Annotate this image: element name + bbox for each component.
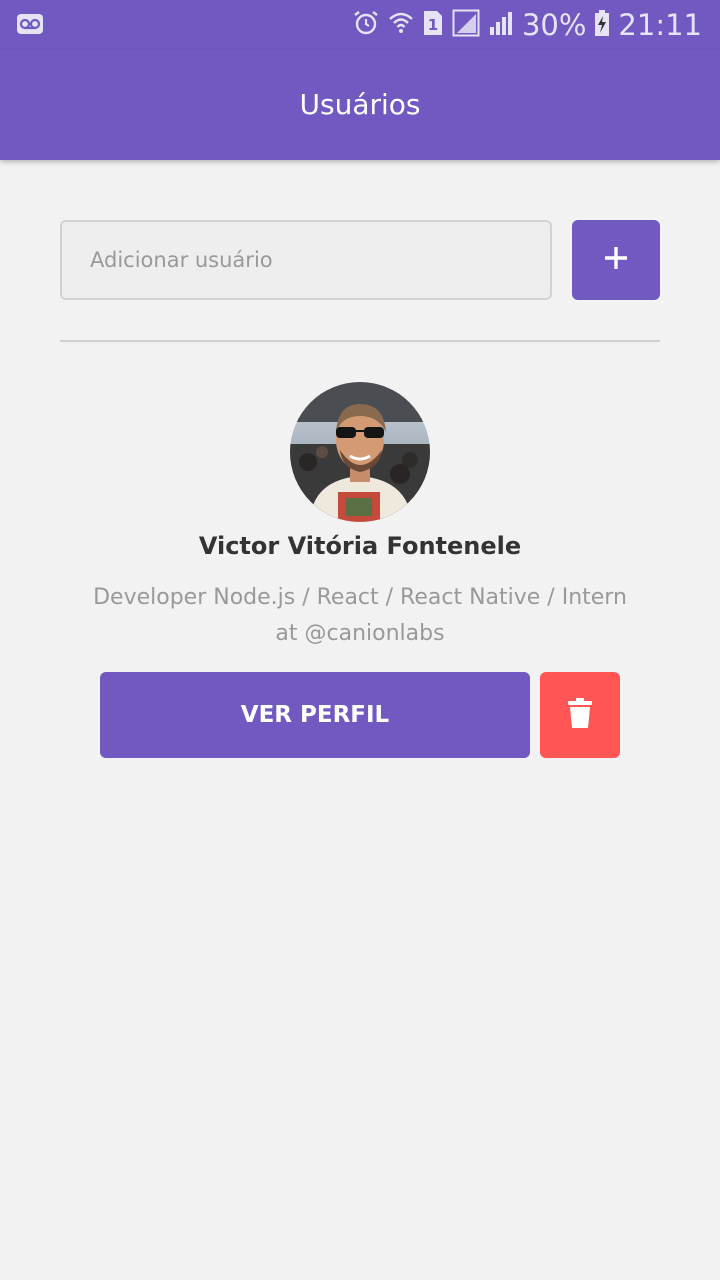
alarm-icon <box>352 9 380 41</box>
trash-icon <box>567 697 593 733</box>
battery-charging-icon <box>594 9 610 41</box>
page-title: Usuários <box>299 88 421 121</box>
battery-percent: 30% <box>521 8 587 42</box>
delete-user-button[interactable] <box>540 672 620 758</box>
avatar <box>290 382 430 522</box>
wifi-icon <box>388 9 414 41</box>
user-bio: Developer Node.js / React / React Native… <box>93 585 627 646</box>
signal-icon <box>488 9 514 41</box>
voicemail-icon <box>16 13 44 39</box>
add-user-form <box>60 220 660 300</box>
view-profile-button[interactable]: VER PERFIL <box>100 672 530 758</box>
divider <box>60 340 660 342</box>
user-name: Victor Vitória Fontenele <box>198 532 522 560</box>
plus-icon <box>602 244 630 276</box>
clock: 21:11 <box>618 8 702 42</box>
signal-icon <box>452 9 480 41</box>
app-bar: Usuários <box>0 50 720 160</box>
svg-text:1: 1 <box>428 16 438 34</box>
status-bar: 1 30% 21:11 <box>0 0 720 50</box>
add-user-input[interactable] <box>60 220 552 300</box>
sim-1-icon: 1 <box>422 9 444 41</box>
add-user-button[interactable] <box>572 220 660 300</box>
